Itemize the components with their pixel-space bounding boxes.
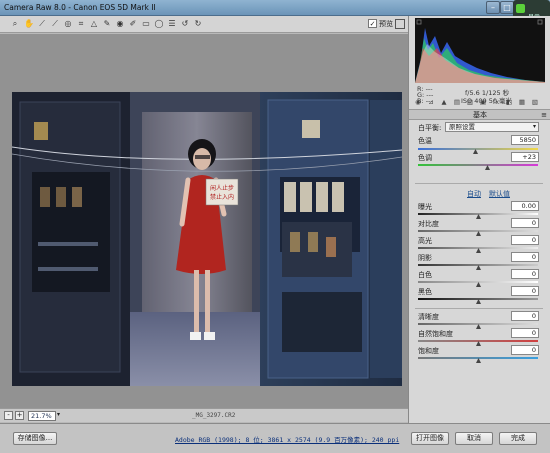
highlights-field[interactable]: 0 (511, 235, 539, 245)
image-filename: _MG_3297.CR2 (192, 412, 236, 419)
spot-removal-icon[interactable]: ✎ (102, 19, 112, 29)
targeted-adjustment-icon[interactable]: ◎ (63, 19, 73, 29)
white-balance-icon[interactable]: ⟋ (37, 19, 47, 29)
maximize-button[interactable]: □ (500, 1, 514, 14)
cancel-button[interactable]: 取消 (455, 432, 493, 445)
menu-icon[interactable]: ≡ (541, 110, 547, 120)
saturation-field[interactable]: 0 (511, 345, 539, 355)
whites-label: 白色 (418, 271, 432, 279)
done-button[interactable]: 完成 (499, 432, 537, 445)
blacks-field[interactable]: 0 (511, 286, 539, 296)
contrast-field[interactable]: 0 (511, 218, 539, 228)
contrast-slider[interactable] (418, 230, 538, 232)
temperature-slider[interactable] (418, 148, 538, 150)
window-title: Camera Raw 8.0 - Canon EOS 5D Mark II (4, 3, 156, 12)
contrast-label: 对比度 (418, 220, 439, 228)
tint-slider[interactable] (418, 164, 538, 166)
vibrance-label: 自然饱和度 (418, 330, 453, 338)
workflow-options-link[interactable]: Adobe RGB (1998); 8 位; 3861 x 2574 (9.9 … (175, 434, 399, 444)
tab-split-toning[interactable]: ▥ (466, 98, 474, 106)
status-icon (516, 4, 525, 13)
temperature-label: 色温 (418, 137, 432, 145)
tab-detail[interactable]: ▲ (440, 98, 448, 106)
straighten-icon[interactable]: △ (89, 19, 99, 29)
preview-image: 闲人止步 禁止入内 (12, 92, 402, 386)
tint-label: 色调 (418, 154, 432, 162)
hand-icon[interactable]: ✋ (24, 19, 34, 29)
tab-basic[interactable]: ◉ (414, 98, 422, 106)
divider (415, 183, 543, 184)
chevron-down-icon[interactable]: ▾ (57, 411, 65, 421)
graduated-filter-icon[interactable]: ▭ (141, 19, 151, 29)
bottom-bar: 存储图像... Adobe RGB (1998); 8 位; 3861 x 25… (0, 423, 550, 453)
zoom-in-button[interactable]: + (15, 411, 24, 420)
vibrance-slider[interactable] (418, 340, 538, 342)
zoom-icon[interactable]: ⌕ (10, 19, 20, 29)
panel-title: 基本 (473, 111, 487, 119)
highlights-slider[interactable] (418, 247, 538, 249)
tab-camera-calibration[interactable]: ◧ (505, 98, 513, 106)
zoom-bar: - + 21.7% ▾ _MG_3297.CR2 (0, 408, 408, 422)
radial-filter-icon[interactable]: ◯ (154, 19, 164, 29)
white-balance-label: 白平衡: (418, 124, 442, 132)
exposure-field[interactable]: 0.00 (511, 201, 539, 211)
zoom-out-button[interactable]: - (4, 411, 13, 420)
preview-label: 预览 (379, 20, 393, 28)
clarity-label: 清晰度 (418, 313, 439, 321)
zoom-level-field[interactable]: 21.7% (28, 411, 56, 421)
shadows-slider[interactable] (418, 264, 538, 266)
tint-field[interactable]: +23 (511, 152, 539, 162)
clarity-slider[interactable] (418, 323, 538, 325)
blacks-label: 黑色 (418, 288, 432, 296)
default-link[interactable]: 默认值 (489, 189, 510, 199)
title-bar: Camera Raw 8.0 - Canon EOS 5D Mark II – … (0, 0, 550, 22)
auto-link[interactable]: 自动 (467, 189, 481, 199)
shadows-label: 阴影 (418, 254, 432, 262)
sign-text: 闲人止步 (210, 184, 234, 192)
open-image-button[interactable]: 打开图像 (411, 432, 449, 445)
minimize-button[interactable]: – (486, 1, 500, 14)
highlights-label: 高光 (418, 237, 432, 245)
adjustment-panel: R: --- G: --- B: --- f/5.6 1/125 秒 ISO 4… (408, 16, 550, 423)
whites-field[interactable]: 0 (511, 269, 539, 279)
sign-text: 禁止入内 (210, 193, 234, 201)
white-balance-value: 原照设置 (449, 123, 475, 131)
red-eye-icon[interactable]: ◉ (115, 19, 125, 29)
fullscreen-icon[interactable] (395, 19, 405, 29)
rotate-cw-icon[interactable]: ↻ (193, 19, 203, 29)
tab-lens[interactable]: ▣ (479, 98, 487, 106)
exposure-label: 曝光 (418, 203, 432, 211)
saturation-slider[interactable] (418, 357, 538, 359)
preview-checkbox[interactable]: ✓ (368, 19, 377, 28)
image-canvas[interactable]: 闲人止步 禁止入内 (0, 34, 408, 408)
whites-slider[interactable] (418, 281, 538, 283)
color-sampler-icon[interactable]: ⟋ (50, 19, 60, 29)
adjustment-brush-icon[interactable]: ✐ (128, 19, 138, 29)
shadows-field[interactable]: 0 (511, 252, 539, 262)
panel-tabs: ◉ ⊿ ▲ ▤ ▥ ▣ fx ◧ ▦ ▧ (412, 98, 548, 108)
tab-snapshots[interactable]: ▧ (531, 98, 539, 106)
preferences-icon[interactable]: ☰ (167, 19, 177, 29)
histogram (415, 18, 545, 83)
tab-presets[interactable]: ▦ (518, 98, 526, 106)
saturation-label: 饱和度 (418, 347, 439, 355)
vibrance-field[interactable]: 0 (511, 328, 539, 338)
save-image-button[interactable]: 存储图像... (13, 432, 57, 445)
clarity-field[interactable]: 0 (511, 311, 539, 321)
rotate-ccw-icon[interactable]: ↺ (180, 19, 190, 29)
divider (415, 308, 543, 309)
blacks-slider[interactable] (418, 298, 538, 300)
exposure-slider[interactable] (418, 213, 538, 215)
panel-header: 基本 ≡ (409, 109, 550, 120)
tab-hsl[interactable]: ▤ (453, 98, 461, 106)
tab-tone-curve[interactable]: ⊿ (427, 98, 435, 106)
chevron-down-icon: ▾ (532, 123, 536, 130)
white-balance-select[interactable]: 原照设置 ▾ (445, 122, 539, 132)
crop-icon[interactable]: ⌗ (76, 19, 86, 29)
temperature-field[interactable]: 5850 (511, 135, 539, 145)
tab-effects[interactable]: fx (492, 98, 500, 106)
